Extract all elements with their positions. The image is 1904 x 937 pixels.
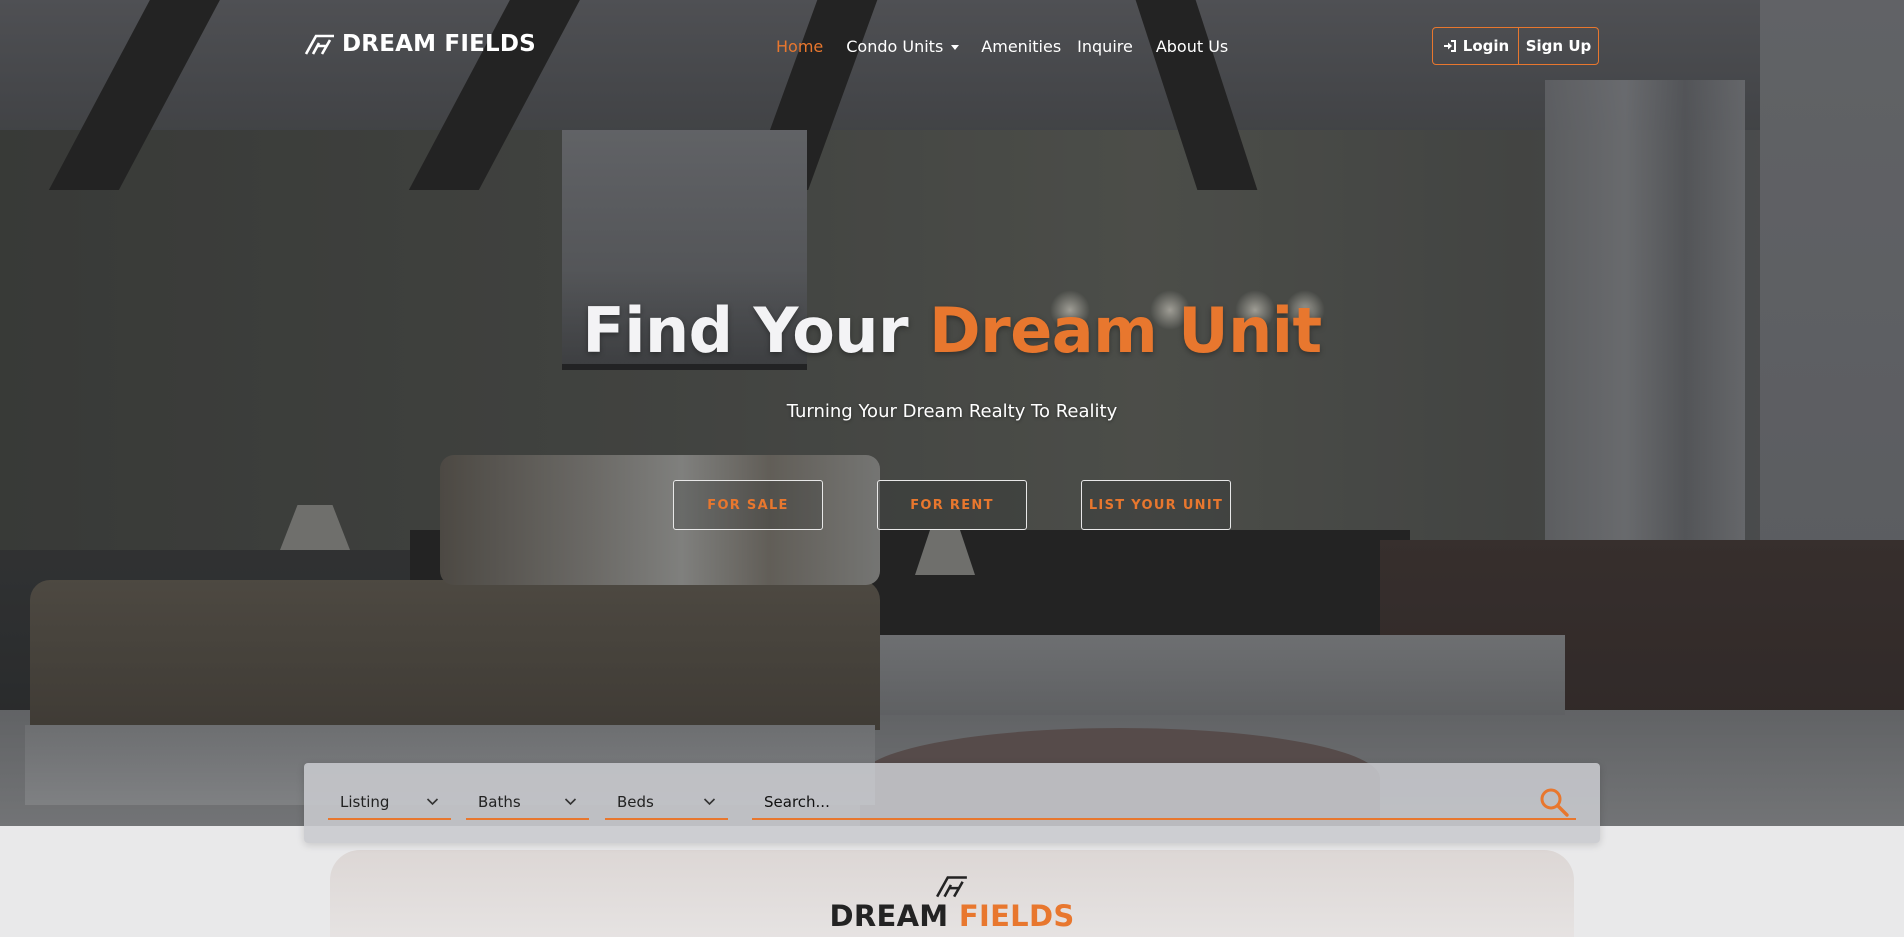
brand-logo[interactable]: DREAM FIELDS [304, 31, 536, 57]
listing-select[interactable]: Listing [328, 785, 451, 820]
hero-title: Find Your Dream Unit [0, 294, 1904, 367]
nav-condo-units-label: Condo Units [846, 36, 944, 56]
search-panel: Listing Baths Beds [304, 763, 1600, 843]
signup-button[interactable]: Sign Up [1519, 28, 1598, 64]
footer-logo-text: DREAM FIELDS [829, 900, 1074, 932]
nav-condo-units[interactable]: Condo Units [846, 36, 960, 56]
hero-title-accent: Dream Unit [929, 294, 1322, 367]
baths-select[interactable]: Baths [466, 785, 589, 820]
search-field [752, 785, 1576, 820]
baths-select-label: Baths [478, 792, 521, 811]
chevron-down-icon [426, 798, 439, 806]
footer-logo: DREAM FIELDS [0, 873, 1904, 937]
caret-down-icon [951, 44, 960, 50]
login-button[interactable]: Login [1433, 28, 1519, 64]
nav-inquire[interactable]: Inquire [1077, 37, 1133, 56]
search-button[interactable] [1532, 785, 1576, 818]
footer-logo-word1: DREAM [829, 899, 949, 933]
df-monogram-icon [304, 34, 334, 55]
chevron-down-icon [564, 798, 577, 806]
beds-select-label: Beds [617, 792, 654, 811]
df-monogram-icon [936, 876, 967, 898]
listing-select-label: Listing [340, 792, 390, 811]
beds-select[interactable]: Beds [605, 785, 728, 820]
nav-amenities[interactable]: Amenities [981, 37, 1061, 56]
for-rent-button[interactable]: FOR RENT [877, 480, 1027, 530]
footer-logo-word2: FIELDS [958, 899, 1075, 933]
chevron-down-icon [703, 798, 716, 806]
nav-home[interactable]: Home [776, 37, 823, 56]
hero-title-plain: Find Your [582, 294, 930, 367]
brand-name: DREAM FIELDS [342, 31, 536, 57]
login-label: Login [1462, 37, 1510, 55]
sign-in-icon [1443, 40, 1456, 52]
nav-about-us[interactable]: About Us [1156, 37, 1228, 56]
search-input[interactable] [752, 785, 1532, 818]
hero-subtitle: Turning Your Dream Realty To Reality [786, 401, 1118, 422]
nav-menu: Home Condo Units Amenities Inquire About… [776, 34, 1228, 58]
for-sale-button[interactable]: FOR SALE [673, 480, 823, 530]
navbar: DREAM FIELDS Home Condo Units Amenities … [0, 0, 1904, 90]
list-your-unit-button[interactable]: LIST YOUR UNIT [1081, 480, 1231, 530]
auth-button-group: Login Sign Up [1432, 27, 1599, 65]
search-icon [1540, 788, 1569, 817]
